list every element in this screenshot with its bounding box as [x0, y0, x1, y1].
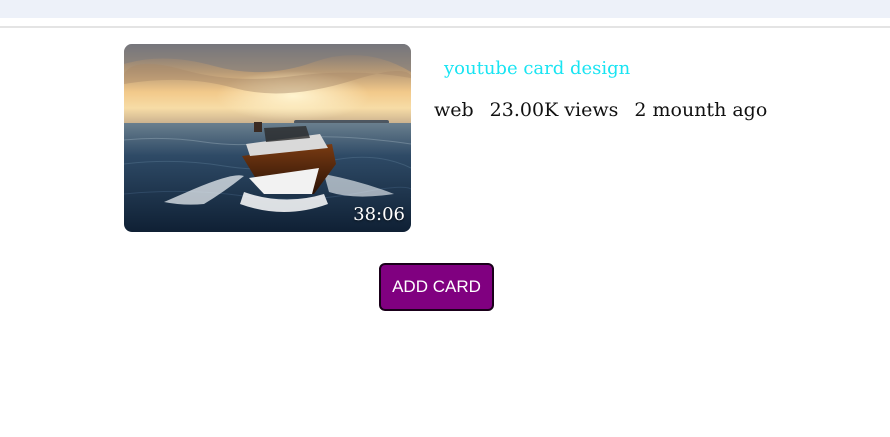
video-card[interactable]: 38:06 youtube card design web 23.00K view… — [124, 44, 767, 234]
video-title[interactable]: youtube card design — [444, 58, 630, 79]
video-thumbnail[interactable]: 38:06 — [124, 44, 411, 232]
upload-time: 2 mounth ago — [634, 99, 768, 121]
view-count: 23.00K views — [489, 99, 619, 121]
channel-name: web — [434, 99, 474, 121]
browser-top-bar — [0, 0, 890, 18]
video-meta: web 23.00K views 2 mounth ago — [434, 99, 783, 121]
top-divider — [0, 26, 890, 28]
add-card-button[interactable]: ADD CARD — [379, 263, 494, 311]
video-duration: 38:06 — [353, 204, 405, 225]
